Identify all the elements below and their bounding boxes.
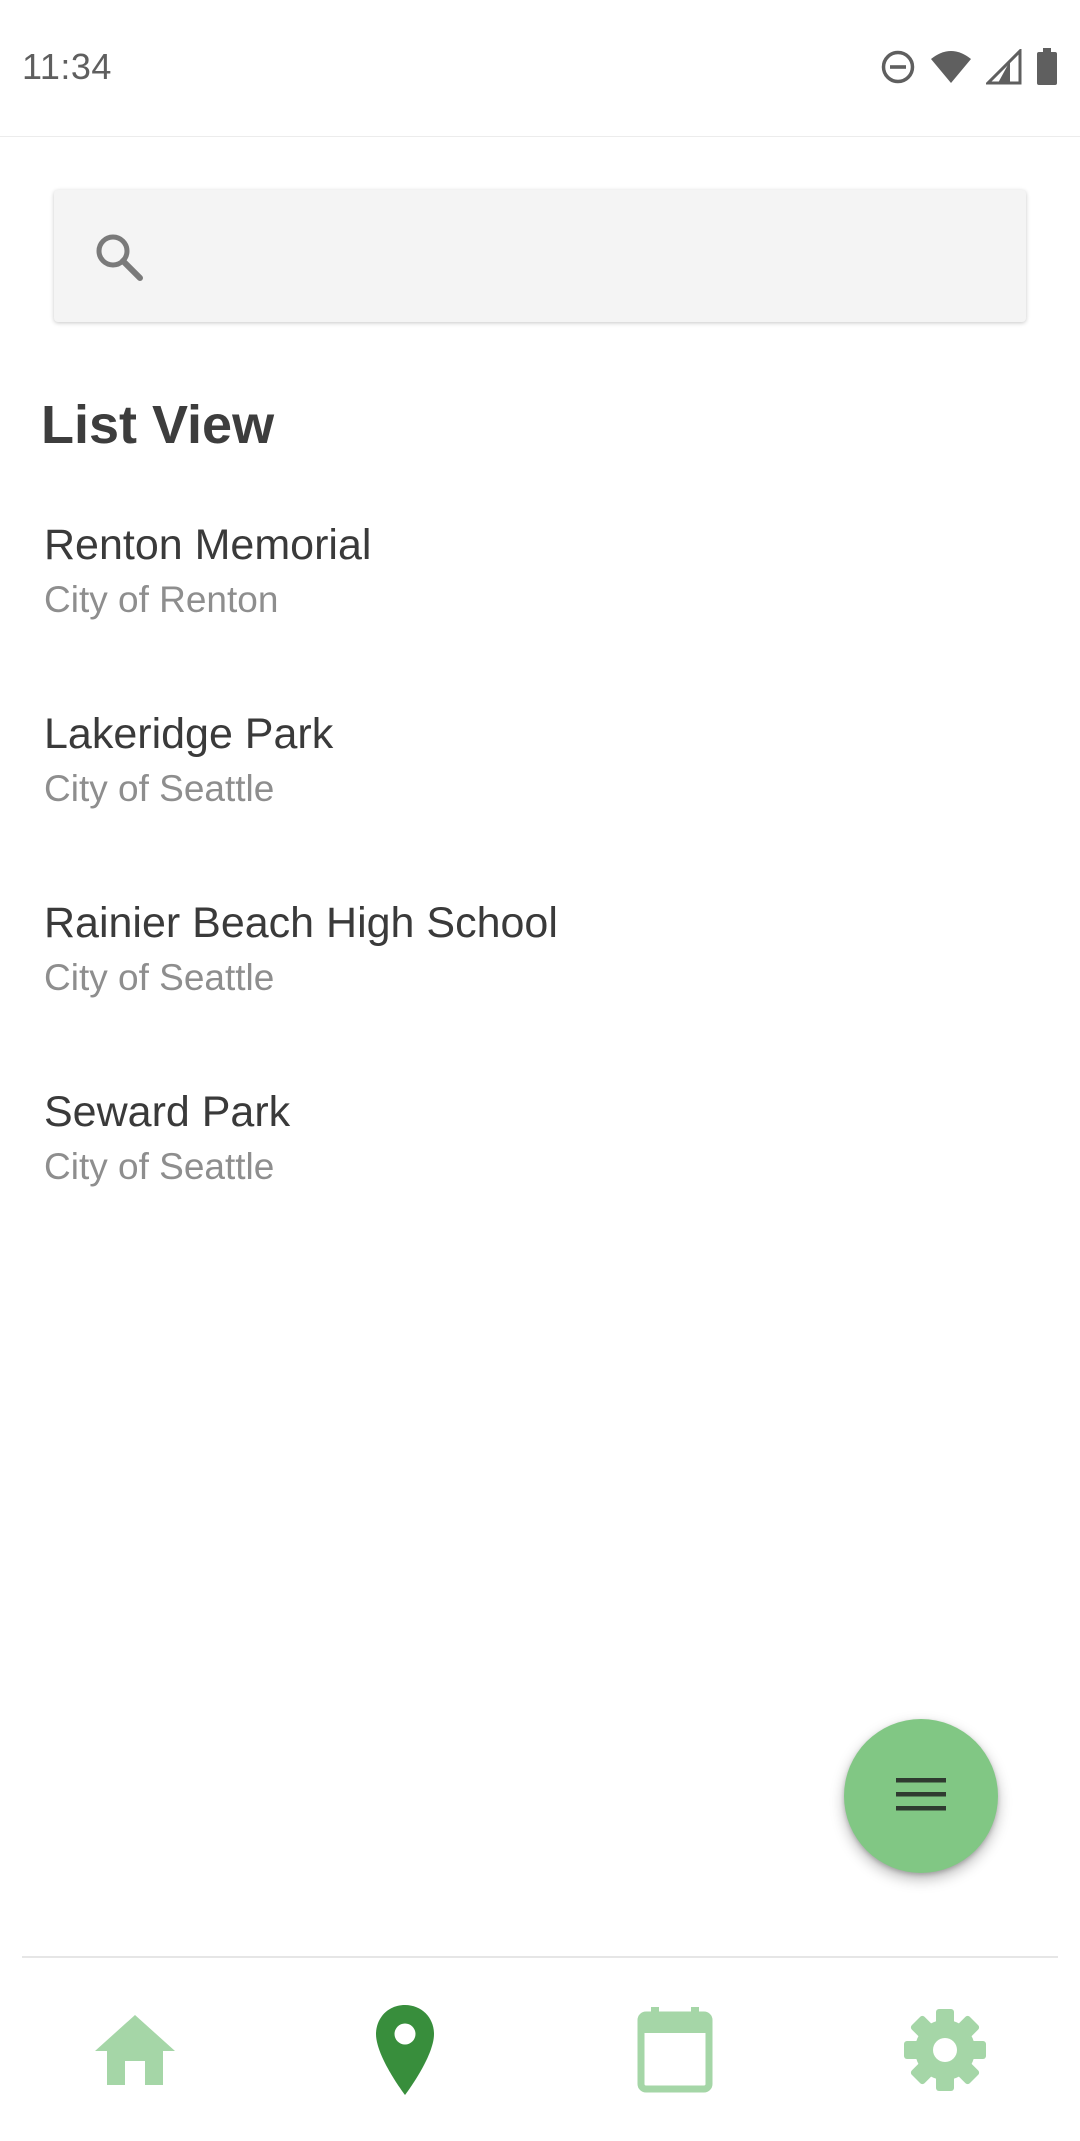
do-not-disturb-icon — [880, 49, 916, 85]
menu-icon — [896, 1774, 946, 1819]
search-icon[interactable] — [92, 230, 146, 284]
status-bar: 11:34 — [0, 0, 1080, 137]
list-item[interactable]: Rainier Beach High School City of Seattl… — [0, 883, 1080, 1072]
list-item-subtitle: City of Seattle — [44, 957, 275, 998]
signal-icon — [986, 49, 1022, 85]
wifi-icon — [930, 49, 972, 85]
list-item-name: Rainier Beach High School — [44, 899, 558, 947]
list-item-name: Lakeridge Park — [44, 710, 334, 758]
list-item-subtitle: City of Renton — [44, 579, 279, 620]
bottom-nav — [0, 1958, 1080, 2141]
list-item-subtitle: City of Seattle — [44, 768, 275, 809]
status-icons — [880, 46, 1058, 88]
list-item-name: Seward Park — [44, 1088, 291, 1136]
map-pin-icon — [374, 2003, 436, 2097]
nav-item-calendar[interactable] — [540, 1958, 810, 2141]
menu-fab-button[interactable] — [844, 1719, 998, 1873]
nav-item-map[interactable] — [270, 1958, 540, 2141]
home-icon — [93, 2013, 177, 2087]
page-title: List View — [41, 395, 275, 455]
list-item-subtitle: City of Seattle — [44, 1146, 275, 1187]
list-item[interactable]: Lakeridge Park City of Seattle — [0, 694, 1080, 883]
location-list: Renton Memorial City of Renton Lakeridge… — [0, 505, 1080, 1261]
nav-item-settings[interactable] — [810, 1958, 1080, 2141]
list-item[interactable]: Seward Park City of Seattle — [0, 1072, 1080, 1261]
list-item-name: Renton Memorial — [44, 521, 372, 569]
calendar-icon — [637, 2006, 713, 2093]
search-input[interactable] — [170, 205, 1004, 307]
nav-item-home[interactable] — [0, 1958, 270, 2141]
battery-icon — [1036, 48, 1058, 86]
settings-gear-icon — [903, 2008, 987, 2092]
status-time: 11:34 — [22, 46, 112, 87]
list-item[interactable]: Renton Memorial City of Renton — [0, 505, 1080, 694]
